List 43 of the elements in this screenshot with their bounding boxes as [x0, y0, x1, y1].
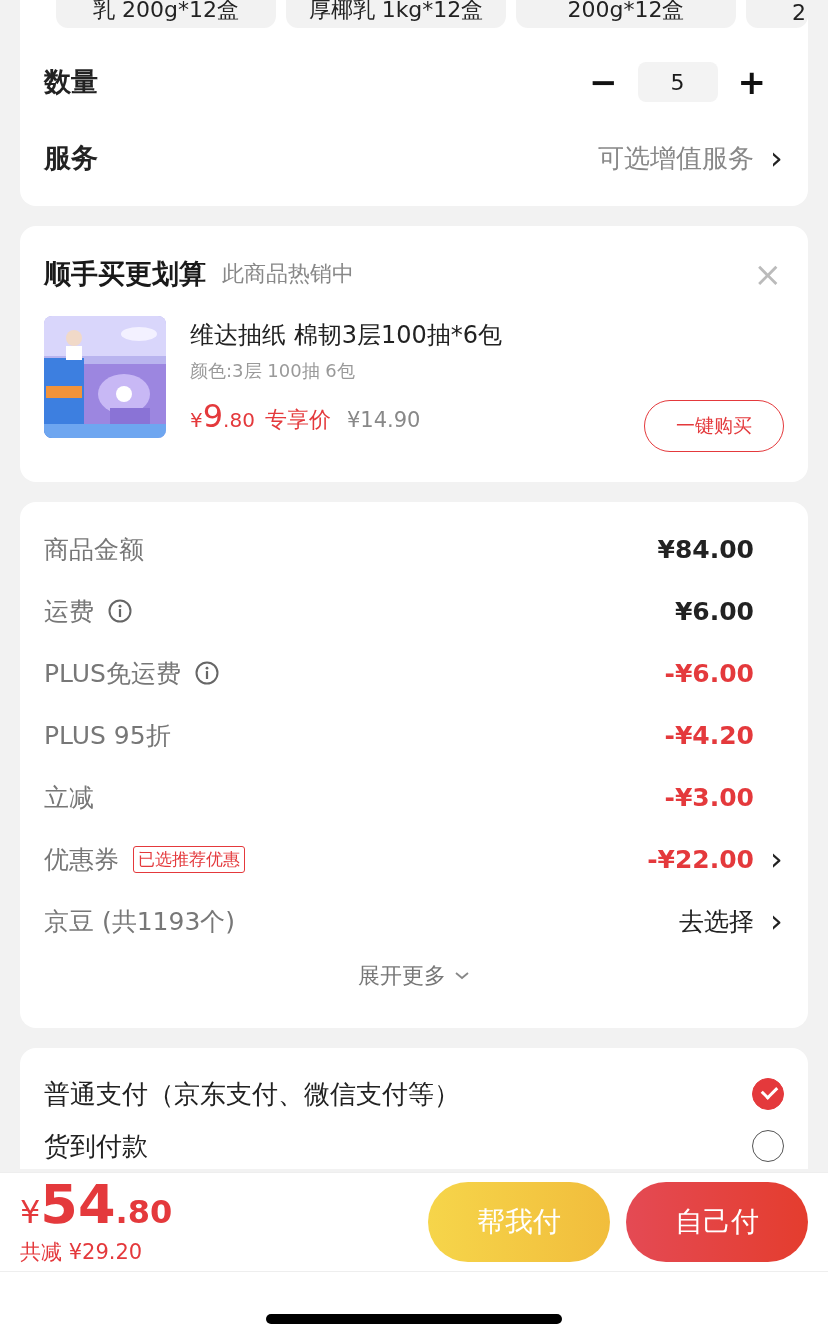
plus-button[interactable]: +: [731, 65, 772, 99]
chevron-icon[interactable]: ›: [770, 142, 784, 174]
minus-button[interactable]: −: [583, 65, 624, 99]
savings-text: 共减 ¥29.20: [20, 1239, 144, 1266]
section-subtitle: 此商品热销中: [222, 260, 355, 288]
coupon-tag: 已选推荐优惠: [133, 845, 245, 873]
fee-label: PLUS 95折: [44, 719, 171, 752]
fee-amount: -¥3.00: [664, 782, 754, 812]
price-label: 专享价: [264, 406, 331, 434]
buy-now-button[interactable]: 一键购买: [644, 400, 784, 452]
fee-label: PLUS免运费: [44, 657, 181, 690]
fee-label: 商品金额: [44, 533, 144, 566]
payment-option[interactable]: 普通支付（京东支付、微信支付等）: [44, 1076, 460, 1112]
payment-option[interactable]: 货到付款: [44, 1128, 148, 1164]
product-price: ¥9.80: [190, 397, 255, 435]
pay-button[interactable]: 自己付: [626, 1182, 808, 1262]
quantity-label: 数量: [44, 65, 98, 99]
fee-amount: -¥4.20: [664, 720, 754, 750]
original-price: ¥14.90: [346, 408, 421, 432]
fee-amount: -¥22.00: [647, 844, 754, 874]
chevron-down-icon[interactable]: [454, 971, 470, 981]
quantity-field[interactable]: 5: [637, 62, 718, 102]
chevron-icon[interactable]: ›: [770, 843, 784, 875]
info-icon[interactable]: [108, 599, 132, 623]
expand-more-button[interactable]: 展开更多: [352, 960, 476, 992]
service-link[interactable]: 可选增值服务: [598, 140, 754, 176]
total-price: ¥54.80: [20, 1178, 173, 1232]
spec-chip[interactable]: 2: [746, 0, 808, 28]
product-name: 维达抽纸 棉韧3层100抽*6包: [190, 320, 503, 351]
fee-amount: ¥84.00: [657, 534, 754, 564]
select-link[interactable]: 去选择: [679, 904, 754, 938]
fee-amount: ¥6.00: [674, 596, 754, 626]
fee-label: 运费: [44, 595, 94, 628]
fee-label: 京豆 (共1193个): [44, 905, 236, 938]
fee-label: 立减: [44, 781, 94, 814]
section-title: 顺手买更划算: [44, 257, 206, 291]
radio-button[interactable]: [752, 1078, 784, 1110]
product-variant: 颜色:3层 100抽 6包: [190, 359, 356, 383]
chevron-icon[interactable]: ›: [770, 905, 784, 937]
service-label: 服务: [44, 141, 98, 175]
fee-label: 优惠券: [44, 843, 119, 876]
fee-amount: -¥6.00: [664, 658, 754, 688]
info-icon[interactable]: [194, 661, 219, 685]
